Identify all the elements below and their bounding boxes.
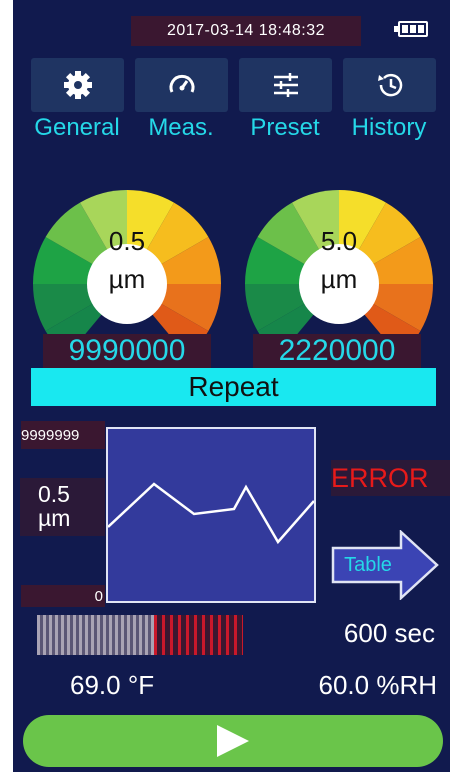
nav-label-preset[interactable]: Preset	[235, 114, 335, 142]
gauge-right	[245, 190, 433, 338]
history-button[interactable]	[343, 58, 436, 112]
chart-size-selector[interactable]: 0.5 µm	[20, 478, 105, 536]
chart-y-max: 9999999	[21, 421, 105, 449]
datetime-display: 2017-03-14 18:48:32	[131, 16, 361, 46]
sampling-progress	[37, 615, 243, 655]
general-button[interactable]	[31, 58, 124, 112]
nav-label-history[interactable]: History	[339, 114, 439, 142]
gauge-left-size: 0.5	[108, 226, 146, 256]
trend-chart	[106, 427, 316, 603]
measurement-button[interactable]	[135, 58, 228, 112]
table-button-label: Table	[344, 554, 392, 576]
sample-interval: 600 sec	[343, 618, 435, 648]
trend-line	[107, 482, 315, 545]
humidity-reading: 60.0 %RH	[318, 670, 438, 700]
gauge-left-unit: µm	[108, 264, 146, 294]
temperature-reading: 69.0 °F	[70, 670, 155, 700]
play-icon	[217, 725, 249, 757]
chart-y-min: 0	[21, 585, 105, 607]
progress-fill	[37, 615, 155, 655]
mode-bar[interactable]: Repeat	[31, 368, 436, 406]
table-button[interactable]: Table	[331, 529, 441, 605]
device-screen: 2017-03-14 18:48:32 General Meas. Preset…	[13, 0, 450, 772]
chart-size-value: 0.5	[38, 481, 70, 507]
gauge-right-unit: µm	[320, 264, 358, 294]
speedometer-icon	[169, 74, 194, 93]
chart-size-unit: µm	[38, 505, 71, 531]
battery-icon	[394, 21, 428, 37]
progress-remaining	[154, 615, 243, 655]
gear-icon	[63, 71, 92, 99]
gauge-left	[33, 190, 221, 338]
nav-label-meas[interactable]: Meas.	[131, 114, 231, 142]
gauge-right-size: 5.0	[320, 226, 358, 256]
preset-button[interactable]	[239, 58, 332, 112]
error-indicator: ERROR	[331, 460, 450, 496]
count-right: 2220000	[253, 334, 421, 368]
count-left: 9990000	[43, 334, 211, 368]
sliders-icon	[273, 73, 298, 97]
history-icon	[377, 73, 402, 97]
start-button[interactable]	[23, 715, 443, 767]
nav-label-general[interactable]: General	[27, 114, 127, 142]
